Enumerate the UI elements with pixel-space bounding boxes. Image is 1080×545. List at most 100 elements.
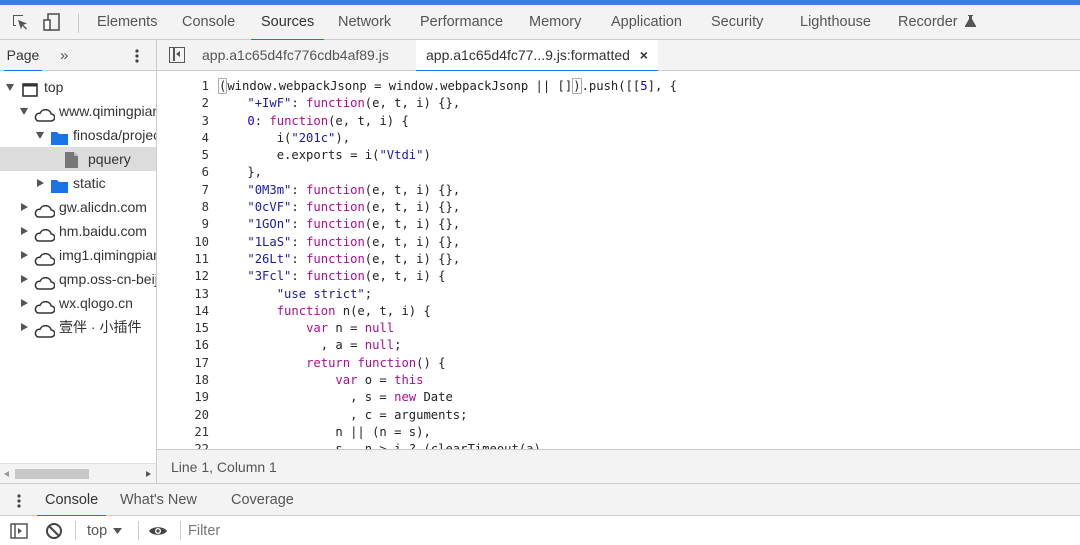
code-content[interactable]: (window.webpackJsonp = window.webpackJso… <box>218 78 677 449</box>
tab-recorder[interactable]: Recorder <box>898 5 976 40</box>
navigator-tab-page[interactable]: Page <box>0 40 46 72</box>
live-expression-eye-icon[interactable] <box>148 516 168 545</box>
code-token: ( <box>218 78 228 94</box>
cursor-position: Line 1, Column 1 <box>171 459 277 475</box>
code-line[interactable]: (window.webpackJsonp = window.webpackJso… <box>218 78 677 95</box>
code-line[interactable]: "0M3m": function(e, t, i) {}, <box>218 182 677 199</box>
code-line[interactable]: i("201c"), <box>218 130 677 147</box>
code-line[interactable]: n || (n = s), <box>218 424 677 441</box>
code-line[interactable]: "1LaS": function(e, t, i) {}, <box>218 234 677 251</box>
drawer-tab-console[interactable]: Console <box>36 484 107 517</box>
tree-item-label: img1.qimingpian.cn <box>59 247 156 263</box>
flask-icon <box>964 15 976 27</box>
tree-item-domain[interactable]: img1.qimingpian.cn <box>0 243 156 267</box>
tab-application[interactable]: Application <box>611 5 682 40</box>
collapse-arrow-icon[interactable] <box>21 251 28 259</box>
navigator-horizontal-scrollbar[interactable] <box>0 463 157 483</box>
code-line[interactable]: var o = this <box>218 372 677 389</box>
collapse-arrow-icon[interactable] <box>21 299 28 307</box>
tab-security[interactable]: Security <box>711 5 763 40</box>
tree-item-domain[interactable]: www.qimingpian.com <box>0 99 156 123</box>
code-line[interactable]: "26Lt": function(e, t, i) {}, <box>218 251 677 268</box>
code-line[interactable]: s - n > i ? (clearTimeout(a), <box>218 441 677 449</box>
clear-console-icon[interactable] <box>45 516 63 545</box>
editor-status-bar: Line 1, Column 1 <box>157 449 1080 483</box>
code-token: "Vtdi" <box>379 148 424 163</box>
context-selector[interactable]: top <box>87 516 123 545</box>
tree-item-folder[interactable]: finosda/project <box>0 123 157 147</box>
more-tabs-button[interactable]: » <box>60 40 68 71</box>
code-line[interactable]: function n(e, t, i) { <box>218 303 677 320</box>
tab-performance[interactable]: Performance <box>420 5 503 40</box>
tree-item-folder[interactable]: static <box>0 171 156 195</box>
tab-network[interactable]: Network <box>338 5 391 40</box>
expand-arrow-icon[interactable] <box>20 108 28 115</box>
code-line[interactable]: e.exports = i("Vtdi") <box>218 147 677 164</box>
device-toolbar-icon[interactable] <box>38 5 66 39</box>
navigator-menu-icon[interactable] <box>130 40 144 71</box>
drawer-tab-whats-new[interactable]: What's New <box>120 484 197 516</box>
code-line[interactable]: return function() { <box>218 355 677 372</box>
code-line[interactable]: var n = null <box>218 320 677 337</box>
tree-item-domain[interactable]: wx.qlogo.cn <box>0 291 156 315</box>
code-line[interactable]: , a = null; <box>218 337 677 354</box>
tab-lighthouse[interactable]: Lighthouse <box>800 5 871 40</box>
tab-console[interactable]: Console <box>182 5 235 40</box>
editor-tabstrip: app.a1c65d4fc776cdb4af89.js app.a1c65d4f… <box>157 40 1080 72</box>
code-line[interactable]: "+IwF": function(e, t, i) {}, <box>218 95 677 112</box>
collapse-arrow-icon[interactable] <box>21 275 28 283</box>
show-sidebar-icon[interactable] <box>10 516 28 545</box>
drawer-tab-coverage[interactable]: Coverage <box>231 484 294 516</box>
code-line[interactable]: "0cVF": function(e, t, i) {}, <box>218 199 677 216</box>
expand-arrow-icon[interactable] <box>6 84 14 91</box>
tree-item-file-selected[interactable]: pquery <box>0 147 156 171</box>
tree-item-domain[interactable]: gw.alicdn.com <box>0 195 156 219</box>
collapse-arrow-icon[interactable] <box>21 203 28 211</box>
code-line[interactable]: "use strict"; <box>218 286 677 303</box>
code-line[interactable]: , s = new Date <box>218 389 677 406</box>
tab-sources[interactable]: Sources <box>250 5 325 41</box>
tree-item-label: finosda/project <box>73 127 157 143</box>
tab-memory[interactable]: Memory <box>529 5 581 40</box>
tree-item-extension[interactable]: 壹伴 · 小插件 <box>0 315 156 339</box>
scroll-right-arrow-icon[interactable] <box>146 471 151 477</box>
expand-arrow-icon[interactable] <box>36 132 44 139</box>
tree-item-domain[interactable]: hm.baidu.com <box>0 219 156 243</box>
tab-elements[interactable]: Elements <box>97 5 157 40</box>
collapse-arrow-icon[interactable] <box>21 323 28 331</box>
toggle-navigator-icon[interactable] <box>169 47 185 63</box>
editor-tab-formatted[interactable]: app.a1c65d4fc77...9.js:formatted × <box>416 40 658 72</box>
drawer-menu-icon[interactable] <box>14 484 24 517</box>
inspect-element-icon[interactable] <box>6 5 34 39</box>
line-number-gutter: 12345678910111213141516171819202122 <box>157 78 209 449</box>
code-token: function <box>357 355 417 370</box>
editor-tab-source[interactable]: app.a1c65d4fc776cdb4af89.js <box>202 40 389 71</box>
line-number: 16 <box>194 338 209 353</box>
scrollbar-thumb[interactable] <box>15 469 89 479</box>
collapse-arrow-icon[interactable] <box>37 179 44 187</box>
code-token: : <box>291 234 307 249</box>
close-tab-icon[interactable]: × <box>640 40 648 71</box>
code-token: n(e, t, i) { <box>335 303 431 318</box>
code-line[interactable]: }, <box>218 164 677 181</box>
console-filter-input[interactable] <box>188 520 1068 542</box>
code-token: function <box>306 200 365 215</box>
code-line[interactable]: "3Fcl": function(e, t, i) { <box>218 268 677 285</box>
collapse-arrow-icon[interactable] <box>21 227 28 235</box>
code-line[interactable]: "1GOn": function(e, t, i) {}, <box>218 216 677 233</box>
code-line[interactable]: 0: function(e, t, i) { <box>218 113 677 130</box>
code-line[interactable]: , c = arguments; <box>218 407 677 424</box>
code-editor[interactable]: 12345678910111213141516171819202122 (win… <box>157 71 1080 449</box>
line-number: 6 <box>201 165 209 180</box>
tree-item-top[interactable]: top <box>0 75 156 99</box>
scroll-left-arrow-icon[interactable] <box>4 471 9 477</box>
tree-item-domain[interactable]: qmp.oss-cn-beijing <box>0 267 156 291</box>
toolbar-divider <box>138 521 139 540</box>
